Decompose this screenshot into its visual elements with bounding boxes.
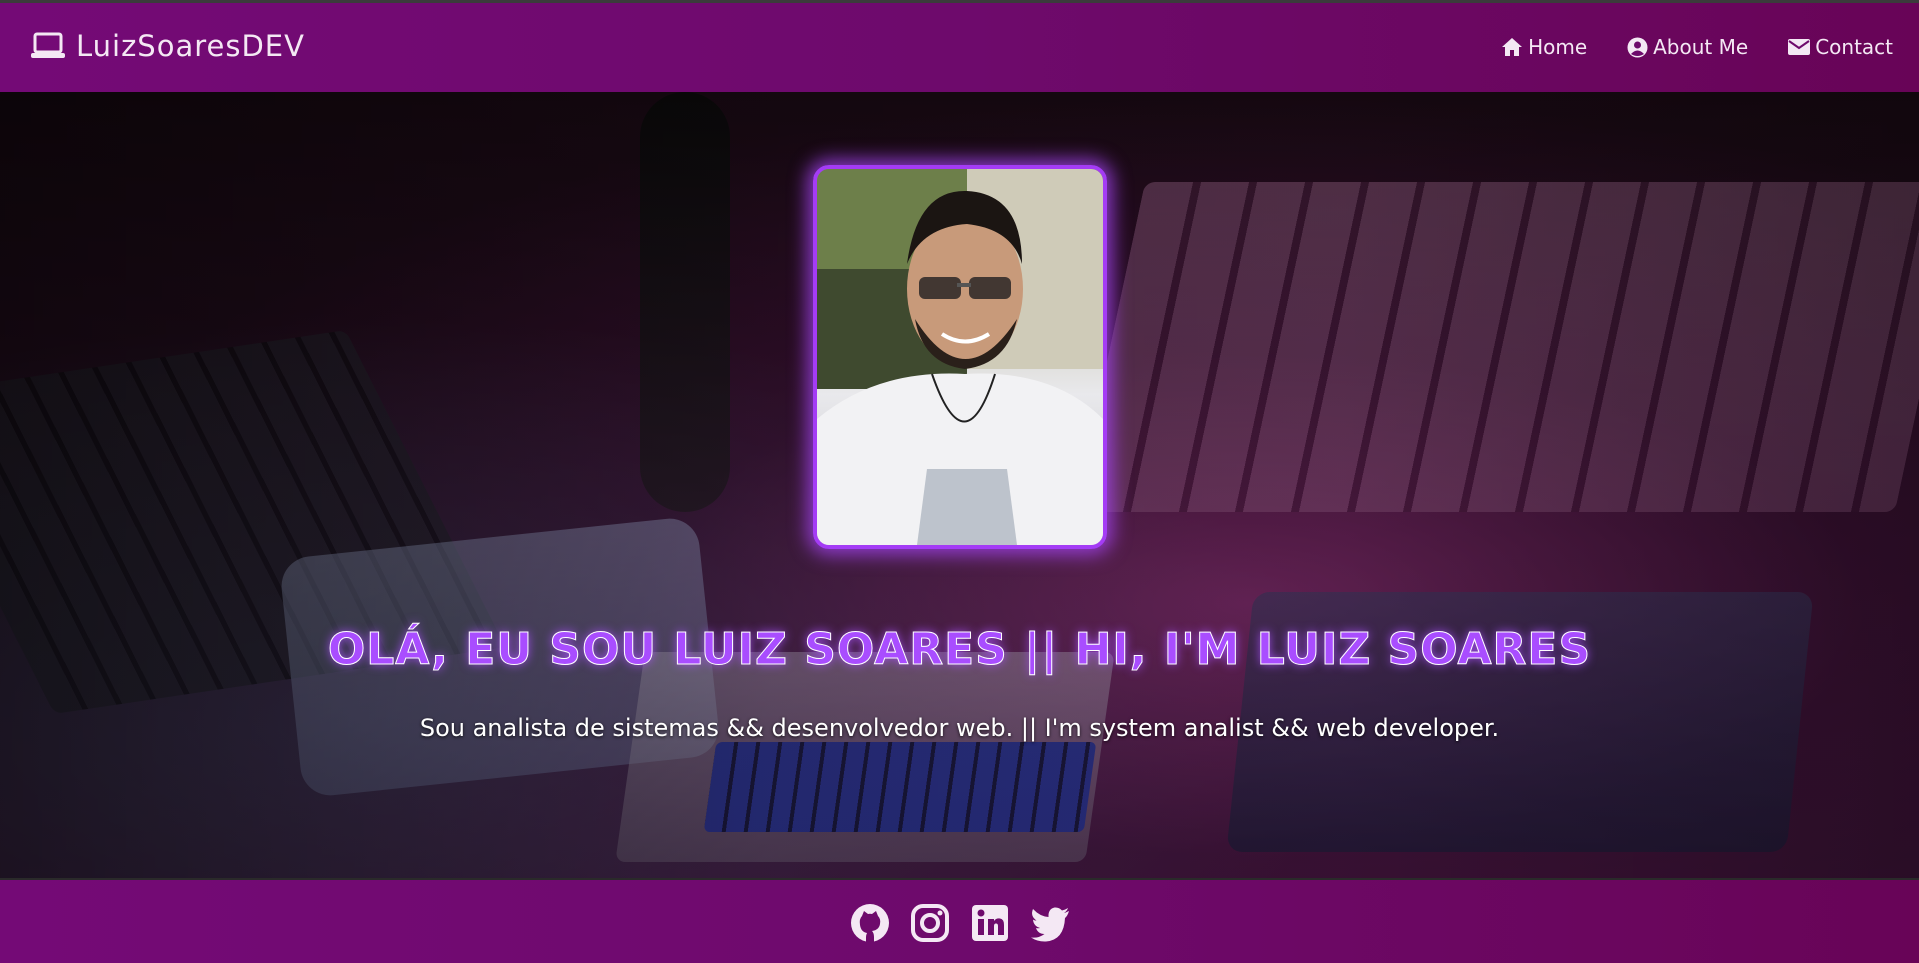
user-circle-icon	[1627, 37, 1648, 57]
nav-about-me[interactable]: About Me	[1627, 35, 1748, 59]
linkedin-icon	[971, 905, 1008, 941]
envelope-icon	[1788, 39, 1811, 55]
nav-home[interactable]: Home	[1501, 35, 1587, 59]
twitter-link[interactable]	[1029, 902, 1071, 944]
nav-home-label: Home	[1528, 35, 1588, 59]
profile-photo	[813, 165, 1107, 549]
hero-headline: OLÁ, EU SOU LUIZ SOARES || HI, I'M LUIZ …	[327, 624, 1592, 676]
brand-text: LuizSoaresDEV	[76, 29, 305, 63]
nav-about-me-label: About Me	[1653, 35, 1749, 59]
instagram-icon	[910, 904, 949, 942]
main-nav: Home About Me Contact	[1501, 35, 1893, 59]
home-icon	[1502, 38, 1523, 56]
nav-contact-label: Contact	[1815, 35, 1893, 59]
brand-link[interactable]: LuizSoaresDEV	[30, 29, 305, 63]
github-link[interactable]	[849, 902, 891, 944]
top-navbar: LuizSoaresDEV Home About Me Contact	[0, 0, 1919, 92]
hero-subline: Sou analista de sistemas && desenvolvedo…	[419, 714, 1500, 742]
instagram-link[interactable]	[909, 902, 951, 944]
laptop-icon	[31, 32, 65, 58]
github-icon	[850, 904, 889, 942]
nav-contact[interactable]: Contact	[1788, 35, 1893, 59]
profile-photo-art	[817, 169, 1103, 545]
social-links	[0, 902, 1919, 944]
linkedin-link[interactable]	[969, 902, 1011, 944]
footer	[0, 878, 1919, 963]
twitter-icon	[1030, 907, 1069, 942]
